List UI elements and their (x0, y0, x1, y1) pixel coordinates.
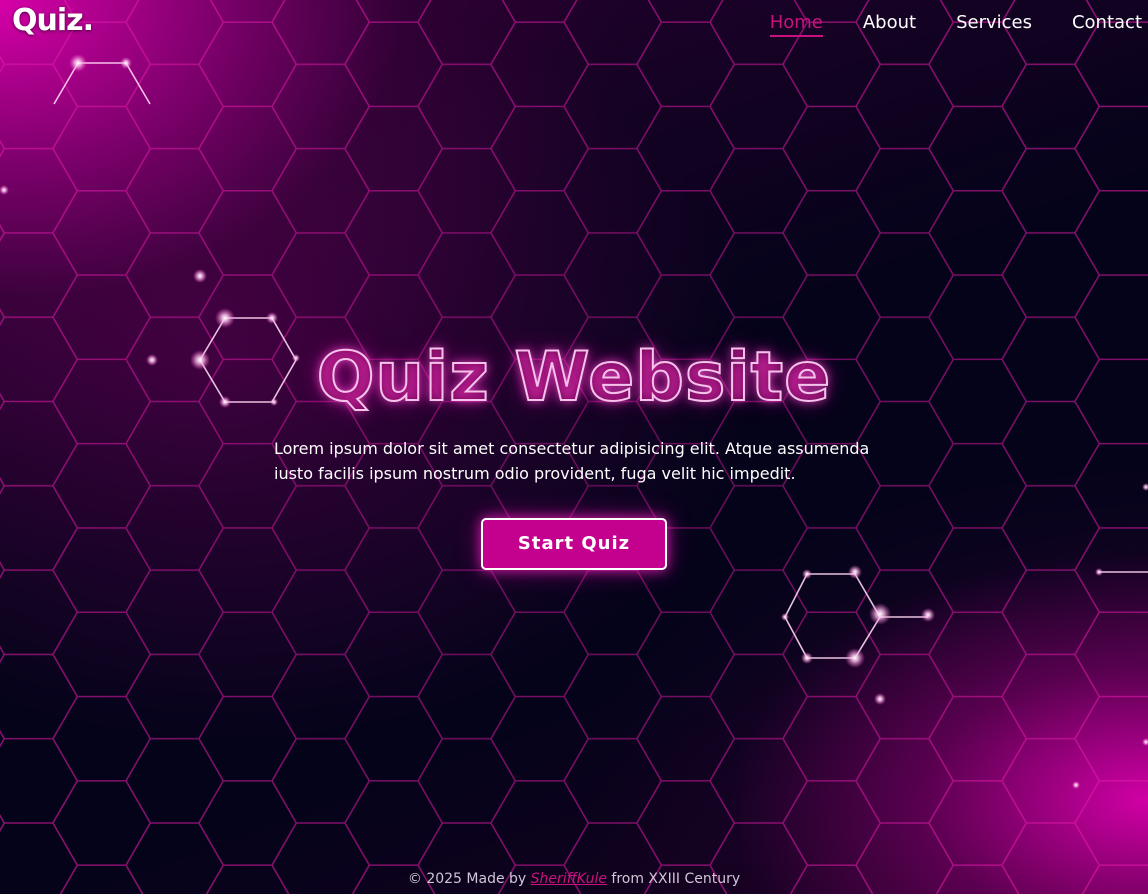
site-logo[interactable]: Quiz. (12, 3, 94, 38)
hero-description: Lorem ipsum dolor sit amet consectetur a… (274, 439, 870, 483)
nav-link-about[interactable]: About (863, 12, 916, 37)
navbar: Quiz. Home About Services Contact (0, 0, 1148, 50)
nav-link-services[interactable]: Services (956, 12, 1032, 37)
nav-link-home[interactable]: Home (769, 12, 823, 37)
footer: © 2025 Made by SheriffKule from XXIII Ce… (0, 871, 1148, 887)
hero-section: Quiz Website Lorem ipsum dolor sit amet … (0, 330, 1148, 570)
page: Quiz. Home About Services Contact Quiz W… (0, 0, 1148, 894)
footer-copyright-suffix: from XXIII Century (606, 871, 741, 887)
footer-author-link[interactable]: SheriffKule (531, 871, 607, 887)
footer-copyright-prefix: © 2025 Made by (407, 871, 531, 887)
nav-link-contact[interactable]: Contact (1072, 12, 1142, 37)
start-quiz-button[interactable]: Start Quiz (481, 518, 667, 570)
nav-menu: Home About Services Contact (730, 12, 1142, 37)
hero-title: Quiz Website (316, 337, 832, 418)
